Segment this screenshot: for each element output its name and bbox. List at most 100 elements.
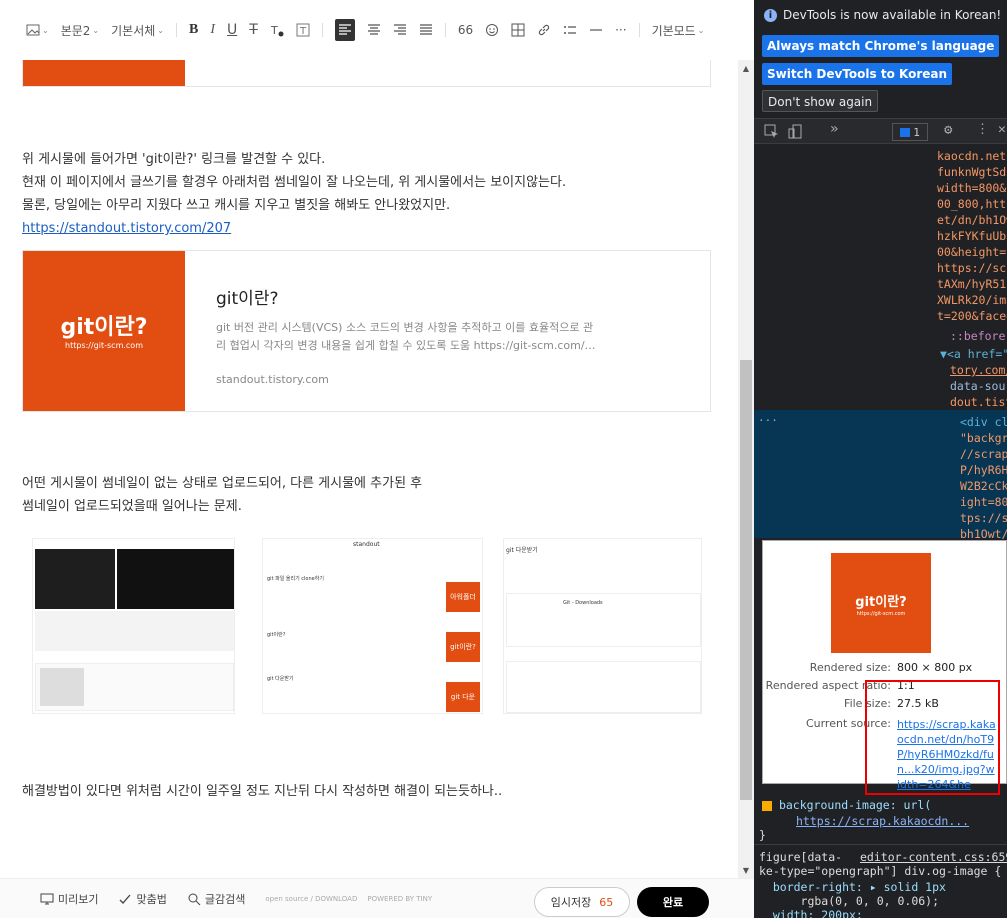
divider-line-button[interactable]: [589, 19, 603, 41]
inspect-element-icon[interactable]: [764, 124, 779, 139]
screenshot-2-item-2: git이란?: [267, 632, 286, 638]
material-search-button[interactable]: 글감검색: [187, 891, 245, 907]
screenshot-2-thumb-3: git 다운: [446, 682, 480, 712]
screenshot-2-logo: standout: [353, 541, 380, 548]
screenshot-2-thumb-1: 아워폴더 clone: [446, 582, 480, 631]
spellcheck-button[interactable]: 맞춤법: [118, 891, 167, 907]
screenshot-1-terminal-a: [35, 549, 115, 609]
anchor-tag[interactable]: ▼<a href=": [940, 346, 1007, 362]
switch-to-korean-button[interactable]: Switch DevTools to Korean: [762, 63, 953, 85]
editor-scrollbar-thumb[interactable]: [740, 360, 752, 800]
og-card-image-url: https://git-scm.com: [65, 341, 143, 350]
settings-icon[interactable]: ⚙: [944, 122, 952, 138]
selected-code-line: <div cl: [960, 415, 1007, 429]
bold-button[interactable]: B: [189, 19, 198, 41]
anchor-attr: data-sour: [950, 379, 1007, 393]
text-color-button[interactable]: T: [270, 19, 284, 41]
quote-button[interactable]: 66: [458, 19, 473, 41]
screenshot-1-card: [35, 663, 234, 711]
strikethrough-button[interactable]: T: [249, 19, 258, 41]
issues-counter[interactable]: 1: [892, 123, 928, 141]
devtools-language-notice: i DevTools is now available in Korean! A…: [754, 0, 1007, 118]
list-button[interactable]: [563, 19, 577, 41]
font-select[interactable]: 기본서체 ⌄: [111, 19, 164, 41]
screenshot-2-item-3: git 다운받기: [267, 676, 294, 682]
always-match-language-button[interactable]: Always match Chrome's language: [762, 35, 1000, 57]
text-background-button[interactable]: T: [296, 19, 310, 41]
device-toolbar-icon[interactable]: [788, 124, 803, 139]
align-center-button[interactable]: [367, 19, 381, 41]
temp-save-button[interactable]: 임시저장 65: [534, 887, 630, 917]
link-icon: [538, 24, 550, 36]
scroll-down-icon[interactable]: ▼: [741, 866, 751, 876]
align-left-icon: [338, 24, 351, 35]
code-line: width=800&h: [937, 181, 1007, 195]
issues-count: 1: [913, 125, 920, 139]
preview-button[interactable]: 미리보기: [40, 891, 98, 907]
pseudo-before: ::before: [950, 329, 1006, 343]
more-button[interactable]: ···: [615, 19, 626, 41]
og-card[interactable]: git이란? https://git-scm.com git이란? git 버전…: [22, 250, 711, 412]
horizontal-line-icon: [590, 29, 603, 31]
paragraph-2-line-1: 어떤 게시물이 썸네일이 없는 상태로 업로드되어, 다른 게시물에 추가된 후: [22, 476, 423, 491]
paragraph-style-select[interactable]: 본문2 ⌄: [61, 19, 99, 41]
css-bg-url[interactable]: https://scrap.kakaocdn...: [796, 814, 969, 828]
selected-element-row[interactable]: ··· <div cl "backgr //scrap P/hyR6H W2B2…: [754, 410, 1007, 541]
selected-code-line: W2B2cCk: [960, 479, 1007, 493]
toolbar-divider: [321, 23, 323, 37]
opensource-link[interactable]: open source / DOWNLOAD: [265, 895, 357, 903]
link-button[interactable]: [537, 19, 551, 41]
underline-button[interactable]: U: [227, 19, 237, 41]
screenshot-3-title: git 다운받기: [506, 547, 538, 554]
editor-mode-select[interactable]: 기본모드 ⌄: [652, 19, 705, 41]
image-insert-button[interactable]: ⌄: [26, 19, 49, 41]
toolbar-divider: [444, 23, 446, 37]
embedded-screenshot-3[interactable]: git 다운받기 Git - Downloads: [503, 538, 702, 714]
more-tabs-icon[interactable]: »: [830, 121, 838, 137]
dont-show-again-button[interactable]: Don't show again: [762, 90, 879, 112]
css-prop-background-image: background-image: url(: [762, 798, 931, 812]
font-label: 기본서체: [111, 23, 156, 38]
css-source-file-link[interactable]: editor-content.css:659: [860, 850, 1007, 864]
selected-code-line: tps://s: [960, 511, 1007, 525]
align-right-button[interactable]: [393, 19, 407, 41]
editor-toolbar: ⌄ 본문2 ⌄ 기본서체 ⌄ B I U T T T 66 ··· 기본모드 ⌄: [0, 0, 754, 60]
temp-save-label: 임시저장: [550, 896, 592, 909]
embedded-screenshot-1[interactable]: [32, 538, 235, 714]
devtools-toolbar: » 1 ⚙ ⋮ ✕: [754, 118, 1007, 144]
spellcheck-label: 맞춤법: [136, 892, 167, 906]
emoticon-button[interactable]: [485, 19, 499, 41]
monitor-icon: [40, 893, 54, 904]
chevron-down-icon: ⌄: [42, 25, 49, 35]
selected-code-line: P/hyR6H: [960, 463, 1007, 477]
code-line: funknWgtSdF: [937, 165, 1007, 179]
checkbox-icon[interactable]: [762, 800, 772, 811]
paragraph-2: 어떤 게시물이 썸네일이 없는 상태로 업로드되어, 다른 게시물에 추가된 후…: [22, 472, 422, 518]
screenshot-3-card-2: [506, 661, 701, 713]
embedded-screenshot-2[interactable]: standout git 파일 올리기 clone하기 git이란? git 다…: [262, 538, 483, 714]
editor-content[interactable]: 위 게시물에 들어가면 'git이란?' 링크를 발견할 수 있다. 현재 이 …: [0, 60, 738, 878]
screenshot-1-text: [35, 611, 234, 651]
scroll-up-icon[interactable]: ▲: [741, 64, 751, 74]
selected-code-line: //scrap: [960, 447, 1007, 461]
table-button[interactable]: [511, 19, 525, 41]
spellcheck-icon: [120, 894, 131, 904]
annotation-highlight-box: [865, 680, 1000, 795]
align-left-button[interactable]: [334, 19, 355, 41]
post-link[interactable]: https://standout.tistory.com/207: [22, 217, 566, 240]
selected-code-line: "backgr: [960, 431, 1007, 445]
tooltip-image-title: git이란?: [855, 595, 907, 610]
close-icon[interactable]: ✕: [998, 122, 1006, 137]
done-button[interactable]: 완료: [637, 887, 709, 917]
chevron-down-icon: ⌄: [157, 25, 164, 35]
italic-button[interactable]: I: [210, 19, 215, 41]
align-justify-icon: [419, 24, 432, 35]
info-icon: i: [764, 8, 777, 22]
preview-label: 미리보기: [58, 892, 99, 906]
anchor-href[interactable]: tory.com/: [950, 362, 1007, 378]
og-card-previous[interactable]: [22, 60, 711, 87]
align-justify-button[interactable]: [419, 19, 433, 41]
css-close-brace: }: [759, 828, 766, 842]
kebab-menu-icon[interactable]: ⋮: [976, 122, 989, 137]
tooltip-preview-image: git이란? https://git-scm.com: [831, 553, 931, 653]
